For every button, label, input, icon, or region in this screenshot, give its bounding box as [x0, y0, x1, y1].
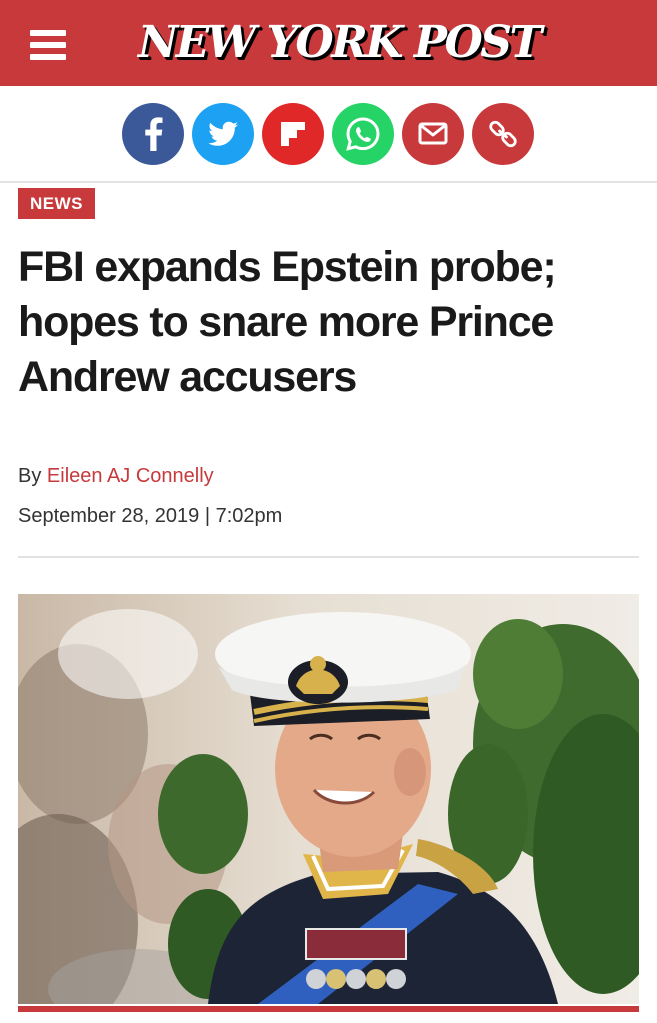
share-bar-divider	[0, 181, 657, 183]
envelope-icon	[418, 122, 448, 145]
facebook-icon	[145, 117, 163, 151]
byline-divider	[18, 556, 639, 558]
flipboard-icon	[281, 122, 305, 146]
twitter-share-button[interactable]	[192, 103, 254, 165]
email-share-button[interactable]	[402, 103, 464, 165]
copy-link-share-button[interactable]	[472, 103, 534, 165]
hamburger-menu-icon[interactable]	[30, 30, 66, 60]
site-logo[interactable]: NEW YORK POST	[138, 8, 542, 78]
article-headline: FBI expands Epstein probe; hopes to snar…	[18, 243, 557, 401]
lead-photo-illustration	[18, 594, 639, 1004]
twitter-bird-icon	[208, 121, 238, 146]
publish-date: September 28, 2019	[18, 505, 200, 527]
article-lead-photo[interactable]	[18, 594, 639, 1004]
publish-dateline: September 28, 2019 | 7:02pm	[18, 505, 282, 528]
facebook-share-button[interactable]	[122, 103, 184, 165]
byline: By Eileen AJ Connelly	[18, 465, 214, 488]
whatsapp-share-button[interactable]	[332, 103, 394, 165]
byline-prefix: By	[18, 465, 42, 487]
site-header: NEW YORK POST	[0, 0, 657, 86]
link-chain-icon	[489, 120, 517, 148]
date-separator: |	[204, 505, 211, 527]
author-link[interactable]: Eileen AJ Connelly	[47, 465, 214, 487]
whatsapp-icon	[346, 117, 380, 151]
publish-time: 7:02pm	[215, 505, 283, 527]
flipboard-share-button[interactable]	[262, 103, 324, 165]
article-accent-bar	[18, 1006, 639, 1012]
section-badge-news[interactable]: NEWS	[18, 188, 95, 219]
share-bar	[0, 86, 657, 182]
